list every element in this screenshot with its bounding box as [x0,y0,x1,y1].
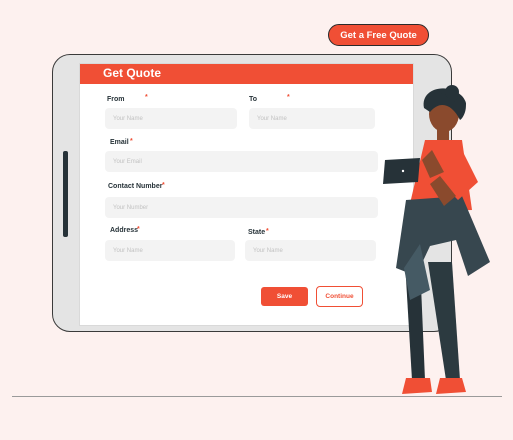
person-with-tablet-icon [383,85,490,394]
scene: Get a Free Quote Get Quote From * Your N… [0,0,513,440]
